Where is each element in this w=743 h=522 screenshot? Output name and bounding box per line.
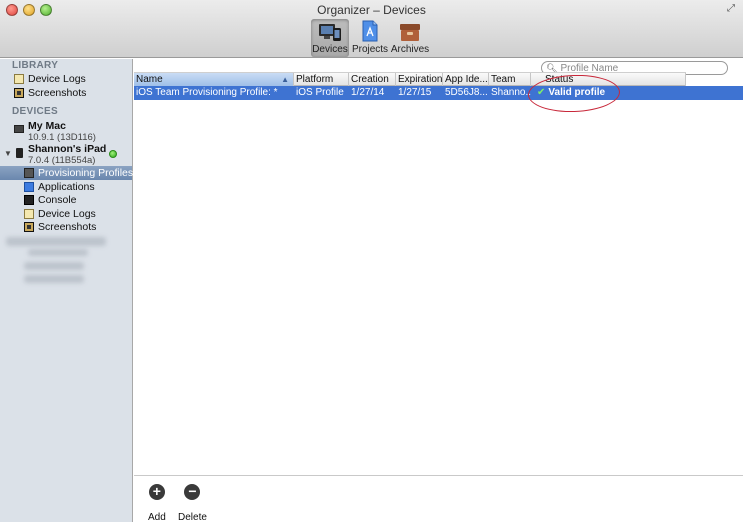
sidebar: LIBRARY Device Logs Screenshots DEVICES … [0,59,133,522]
devices-icon [319,24,341,41]
bottom-action-bar: + Add − Delete [134,475,743,522]
fullscreen-icon[interactable]: ⤢ [727,3,739,15]
sidebar-item-console[interactable]: Console [0,193,132,207]
projects-icon [362,20,378,42]
sidebar-item-library-screenshots[interactable]: Screenshots [0,86,132,100]
toolbar-projects-label: Projects [351,44,389,55]
sidebar-device-ipad[interactable]: ▼ Shannon's iPad 7.0.4 (11B554a) [0,143,132,166]
device-name: Shannon's iPad [28,143,107,155]
cell-team: Shanno... [491,87,531,98]
sidebar-item-provisioning-profiles[interactable]: Provisioning Profiles [0,166,134,180]
column-header-app-id[interactable]: App Ide... [443,73,489,86]
add-label: Add [148,512,166,522]
device-logs-icon [24,209,34,219]
device-version: 7.0.4 (11B554a) [28,155,96,166]
column-header-platform[interactable]: Platform [294,73,349,86]
provisioning-profile-icon [24,168,34,178]
column-header-label: Expiration [398,74,443,85]
toolbar-devices-button[interactable]: Devices [311,19,349,57]
column-header-label: Name [136,74,163,85]
table-row[interactable]: iOS Team Provisioning Profile: * iOS Pro… [134,86,743,100]
add-button[interactable]: + Add [148,484,166,522]
mac-icon [14,125,24,133]
delete-label: Delete [178,512,207,522]
applications-icon [24,182,34,192]
toolbar-archives-label: Archives [390,44,430,55]
column-header-label: Creation [351,74,389,85]
redacted-device-version [28,249,88,256]
library-header: LIBRARY [12,60,59,71]
sidebar-item-label: Device Logs [38,208,96,220]
column-header-name[interactable]: Name ▲ [134,73,294,86]
device-logs-icon [14,74,24,84]
console-icon [24,195,34,205]
ipad-icon [16,148,23,158]
redacted-device-name [6,237,106,246]
sidebar-item-library-device-logs[interactable]: Device Logs [0,72,132,86]
device-connected-status-icon [109,150,117,158]
sidebar-device-my-mac[interactable]: My Mac 10.9.1 (13D116) [0,120,132,143]
delete-button[interactable]: − Delete [178,484,207,522]
sidebar-item-label: Screenshots [38,221,97,233]
sidebar-item-ipad-screenshots[interactable]: Screenshots [0,220,132,234]
sidebar-item-applications[interactable]: Applications [0,180,132,194]
archives-icon [400,24,420,41]
cell-app-id: 5D56J8... [445,87,488,98]
column-header-label: Platform [296,74,334,85]
cell-platform: iOS Profile [296,87,344,98]
column-header-team[interactable]: Team [489,73,531,86]
sidebar-item-label: Provisioning Profiles [38,167,134,179]
devices-header: DEVICES [12,106,59,117]
minus-icon: − [184,484,201,500]
column-header-label: Team [491,74,516,85]
sidebar-item-label: Screenshots [28,87,87,99]
window-title: Organizer – Devices [317,3,426,17]
screenshots-icon [24,222,34,232]
disclosure-triangle-icon[interactable]: ▼ [4,149,12,158]
organizer-toolbar: Devices Projects Archives [311,19,431,57]
toolbar-projects-button[interactable]: Projects [351,19,389,57]
cell-creation: 1/27/14 [351,87,385,98]
sort-ascending-icon: ▲ [281,75,289,84]
cell-expiration: 1/27/15 [398,87,432,98]
sidebar-item-label: Applications [38,181,95,193]
main-content: 🔍︎ Name ▲ Platform Creation Expiration A… [134,59,743,522]
redacted-device-item [24,262,84,270]
cell-name: iOS Team Provisioning Profile: * [136,87,278,98]
sidebar-item-label: Device Logs [28,73,86,85]
device-version: 10.9.1 (13D116) [28,132,96,143]
sidebar-item-ipad-device-logs[interactable]: Device Logs [0,207,132,221]
window-titlebar: Organizer – Devices ⤢ Devices Projects A… [0,0,743,58]
column-header-label: App Ide... [445,74,488,85]
sidebar-item-label: Console [38,194,77,206]
plus-icon: + [148,484,165,500]
column-header-expiration[interactable]: Expiration [396,73,443,86]
device-name: My Mac [28,120,66,132]
screenshots-icon [14,88,24,98]
column-header-creation[interactable]: Creation [349,73,396,86]
toolbar-devices-label: Devices [312,44,348,55]
redacted-device-item [24,275,84,283]
toolbar-archives-button[interactable]: Archives [391,19,429,57]
